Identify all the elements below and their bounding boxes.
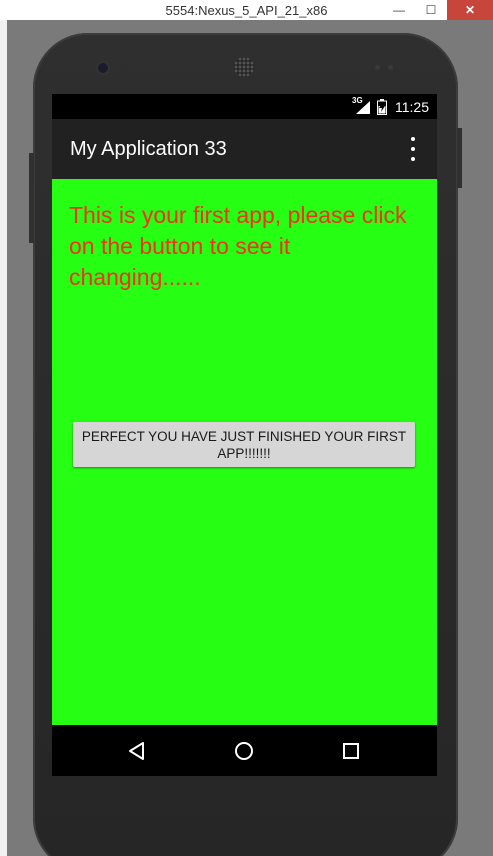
power-button[interactable]: [457, 128, 462, 188]
finish-button[interactable]: PERFECT YOU HAVE JUST FINISHED YOUR FIRS…: [73, 422, 415, 467]
home-icon[interactable]: [214, 725, 274, 776]
maximize-icon[interactable]: ☐: [415, 0, 447, 20]
navigation-bar: [52, 725, 437, 776]
volume-button[interactable]: [29, 153, 34, 243]
intro-message: This is your first app, please click on …: [69, 202, 407, 290]
signal-icon: 3G: [352, 96, 371, 114]
emulator-window-title: 5554:Nexus_5_API_21_x86: [165, 2, 328, 18]
main-content: This is your first app, please click on …: [52, 179, 437, 725]
battery-icon: [377, 98, 387, 115]
front-camera-icon: [98, 63, 108, 73]
proximity-sensor-icon: [375, 65, 380, 70]
overflow-menu-icon[interactable]: [403, 137, 423, 161]
app-title: My Application 33: [70, 137, 227, 160]
device-screen: 3G 11:25 My Application 33 This is your …: [52, 94, 437, 776]
app-bar: My Application 33: [52, 119, 437, 179]
window-controls: — ☐ ✕: [383, 0, 493, 20]
minimize-icon[interactable]: —: [383, 0, 415, 20]
network-type-label: 3G: [352, 95, 363, 105]
back-icon[interactable]: [107, 725, 167, 776]
clock: 11:25: [395, 98, 429, 115]
status-bar: 3G 11:25: [52, 94, 437, 119]
recents-icon[interactable]: [321, 725, 381, 776]
emulator-title-bar: 5554:Nexus_5_API_21_x86 — ☐ ✕: [0, 0, 493, 20]
window-frame: [0, 20, 7, 856]
light-sensor-icon: [388, 65, 393, 70]
close-icon[interactable]: ✕: [447, 0, 493, 20]
earpiece-speaker-icon: [234, 57, 254, 77]
